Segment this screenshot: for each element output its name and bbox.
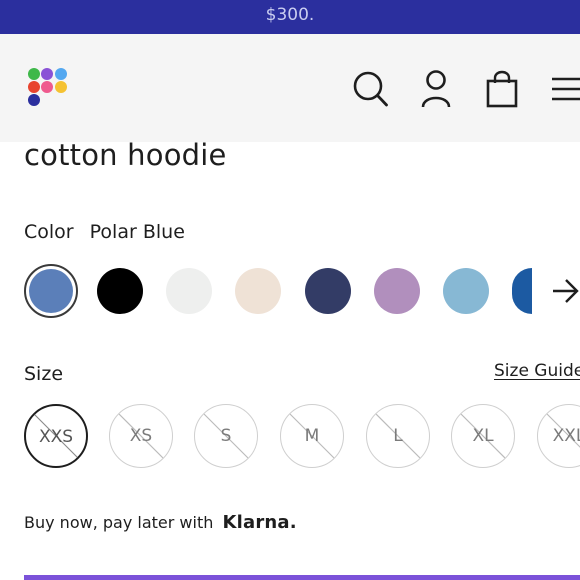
- size-option-label: XS: [129, 426, 153, 446]
- site-header: [0, 34, 580, 142]
- color-swatch[interactable]: [305, 268, 351, 314]
- size-option-label: M: [304, 426, 320, 446]
- pay-later-message: Buy now, pay later with Klarna.: [24, 512, 297, 533]
- size-guide-link[interactable]: Size Guide: [494, 361, 580, 381]
- color-swatch-selected[interactable]: [24, 264, 78, 318]
- add-to-bag-button-edge[interactable]: [24, 575, 580, 580]
- product-title: cotton hoodie: [24, 138, 227, 172]
- account-icon[interactable]: [420, 67, 452, 111]
- arrow-right-icon[interactable]: [551, 276, 580, 306]
- color-swatch[interactable]: [166, 268, 212, 314]
- size-label: Size: [24, 363, 64, 385]
- size-option-s[interactable]: S: [194, 404, 258, 468]
- size-option-l[interactable]: L: [366, 404, 430, 468]
- promo-banner-text: $300.: [265, 5, 315, 25]
- color-swatch[interactable]: [443, 268, 489, 314]
- size-option-label: L: [393, 426, 403, 446]
- menu-icon[interactable]: [549, 67, 580, 111]
- size-option-xxl[interactable]: XXL: [537, 404, 580, 468]
- color-swatch[interactable]: [374, 268, 420, 314]
- klarna-logo: Klarna.: [222, 512, 297, 533]
- multicolor-dots-logo[interactable]: [26, 67, 72, 109]
- size-option-xxs[interactable]: XXS: [24, 404, 88, 468]
- color-selection-label: Color Polar Blue: [24, 221, 185, 243]
- selected-color-name: Polar Blue: [89, 221, 185, 243]
- size-option-xl[interactable]: XL: [451, 404, 515, 468]
- color-swatch-partial[interactable]: [512, 268, 532, 314]
- size-option-label: XXL: [552, 426, 580, 446]
- shopping-bag-icon[interactable]: [486, 67, 518, 111]
- pay-later-text: Buy now, pay later with: [24, 513, 214, 532]
- size-option-label: XL: [472, 426, 494, 446]
- size-option-m[interactable]: M: [280, 404, 344, 468]
- color-label: Color: [24, 221, 74, 243]
- promo-banner: $300.: [0, 0, 580, 34]
- size-option-label: XXS: [38, 427, 74, 447]
- color-swatch[interactable]: [97, 268, 143, 314]
- size-option-label: S: [220, 426, 232, 446]
- size-option-xs[interactable]: XS: [109, 404, 173, 468]
- color-swatch[interactable]: [235, 268, 281, 314]
- search-icon[interactable]: [352, 67, 390, 111]
